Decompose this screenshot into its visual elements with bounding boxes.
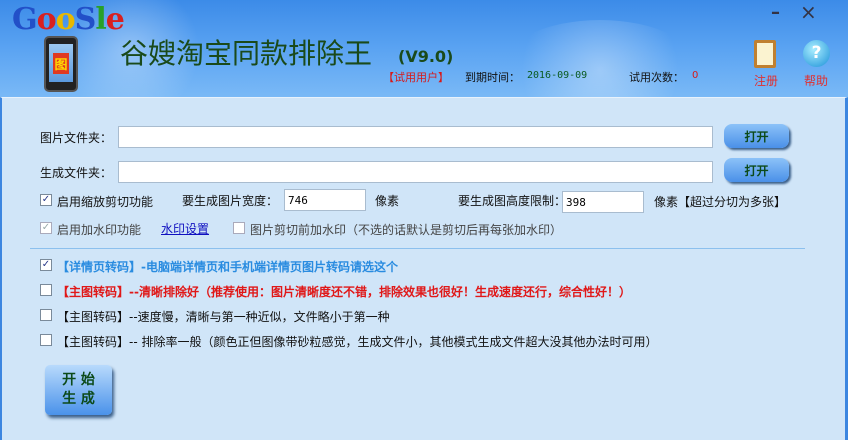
watermark-settings-link[interactable]: 水印设置 — [161, 220, 209, 237]
app-title: 谷嫂淘宝同款排除王 — [120, 37, 373, 70]
option-label-2: 【主图转码】--清晰排除好（推荐使用：图片清晰度还不错，排除效果也很好！生成速度… — [57, 285, 631, 299]
option-label-1: 【详情页转码】-电脑端详情页和手机端详情页图片转码请选这个 — [57, 260, 398, 274]
register-label: 注册 — [753, 74, 778, 88]
option-label-4: 【主图转码】-- 排除率一般（颜色正但图像带砂粒感觉，生成文件小，其他模式生成文… — [57, 335, 658, 349]
option-checkbox-4[interactable] — [40, 334, 52, 346]
image-folder-label: 图片文件夹： — [40, 131, 113, 145]
clipboard-icon — [754, 40, 776, 68]
app-version: (V9.0) — [398, 47, 454, 66]
expire-value: 2016-09-09 — [527, 70, 588, 81]
enable-crop-label: 启用缩放剪切功能 — [57, 195, 154, 209]
close-button[interactable]: × — [800, 0, 817, 24]
help-label: 帮助 — [803, 74, 828, 88]
width-unit: 像素 — [375, 194, 400, 208]
help-button[interactable]: ? 帮助 — [798, 40, 834, 92]
start-generate-button[interactable]: 开 始 生 成 — [45, 365, 112, 415]
output-folder-input[interactable] — [118, 161, 713, 183]
option-checkbox-1[interactable]: ✓ — [40, 259, 52, 271]
watermark-before-crop-label: 图片剪切前加水印（不选的话默认是剪切后再每张加水印） — [250, 223, 563, 237]
minimize-button[interactable]: – — [771, 2, 787, 23]
expire-label: 到期时间： — [465, 71, 520, 84]
trial-label: 试用次数： — [629, 71, 684, 84]
output-folder-label: 生成文件夹： — [40, 166, 113, 180]
start-line-1: 开 始 — [62, 372, 95, 388]
help-icon: ? — [803, 40, 830, 67]
watermark-checkbox[interactable]: ✓ — [40, 222, 52, 234]
phone-logo-icon: 图 — [44, 36, 78, 92]
option-label-3: 【主图转码】--速度慢，清晰与第一种近似，文件略小于第一种 — [57, 310, 390, 324]
height-input[interactable] — [562, 191, 644, 213]
option-checkbox-3[interactable] — [40, 309, 52, 321]
logo-icon-text: 图 — [53, 52, 69, 74]
option-checkbox-2[interactable] — [40, 284, 52, 296]
divider — [30, 248, 805, 249]
title-bar: GooSle 图 谷嫂淘宝同款排除王 (V9.0) 【试用用户】 到期时间： 2… — [0, 0, 848, 97]
height-label: 要生成图高度限制： — [458, 194, 567, 208]
height-unit: 像素【超过分切为多张】 — [654, 195, 787, 209]
watermark-label: 启用加水印功能 — [57, 223, 142, 237]
start-line-2: 生 成 — [62, 391, 95, 407]
enable-crop-checkbox[interactable]: ✓ — [40, 194, 52, 206]
app-logo: GooSle — [12, 2, 125, 37]
user-type: 【试用用户】 — [383, 71, 449, 84]
watermark-before-crop-checkbox[interactable] — [233, 222, 245, 234]
width-input[interactable] — [284, 189, 366, 211]
trial-value: 0 — [692, 70, 699, 81]
width-label: 要生成图片宽度： — [182, 194, 279, 208]
image-folder-input[interactable] — [118, 126, 713, 148]
open-output-folder-button[interactable]: 打开 — [724, 158, 789, 182]
open-image-folder-button[interactable]: 打开 — [724, 124, 789, 148]
register-button[interactable]: 注册 — [748, 40, 784, 92]
